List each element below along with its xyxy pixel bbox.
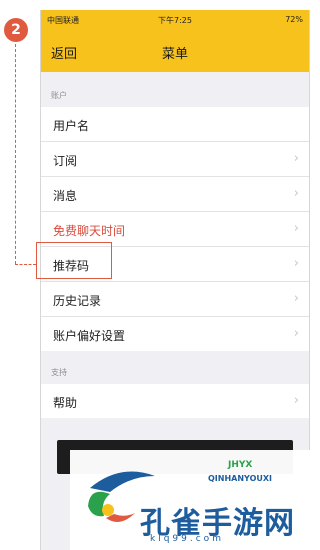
nav-bar: 返回 菜单: [41, 30, 309, 72]
menu-item-label: 历史记录: [53, 294, 102, 308]
menu-item-label: 用户名: [53, 119, 90, 133]
section-header-account: 账户: [51, 91, 67, 100]
section-header-support: 支持: [51, 368, 67, 377]
menu-item-help[interactable]: 帮助 ›: [41, 384, 309, 418]
support-group: 帮助 ›: [41, 384, 309, 418]
menu-item-messages[interactable]: 消息 ›: [41, 177, 309, 212]
menu-item-username[interactable]: 用户名: [41, 107, 309, 142]
menu-item-label: 免费聊天时间: [53, 224, 126, 238]
battery-label: 72%: [285, 15, 303, 24]
chevron-right-icon: ›: [293, 393, 299, 408]
chevron-right-icon: ›: [293, 256, 299, 271]
page-title: 菜单: [161, 47, 188, 62]
annotation-connector-horizontal: [15, 264, 36, 265]
watermark-pinyin: QINHANYOUXI: [208, 474, 273, 483]
status-bar: 中国联通 下午7:25 72%: [41, 10, 309, 30]
menu-item-label: 帮助: [53, 396, 78, 410]
menu-item-label: 账户偏好设置: [53, 329, 126, 343]
chevron-right-icon: ›: [293, 221, 299, 236]
clock-label: 下午7:25: [158, 16, 192, 25]
watermark-url: klq99.com: [150, 534, 224, 544]
chevron-right-icon: ›: [293, 151, 299, 166]
watermark-badge: JHYX: [228, 460, 253, 470]
menu-item-subscription[interactable]: 订阅 ›: [41, 142, 309, 177]
chevron-right-icon: ›: [293, 291, 299, 306]
referral-highlight-box: [36, 242, 112, 279]
menu-item-account-preferences[interactable]: 账户偏好设置 ›: [41, 317, 309, 351]
chevron-right-icon: ›: [293, 186, 299, 201]
menu-item-label: 订阅: [53, 154, 78, 168]
menu-item-label: 消息: [53, 189, 78, 203]
chevron-right-icon: ›: [293, 326, 299, 341]
step-number-badge: 2: [4, 18, 28, 42]
annotation-connector-vertical: [15, 44, 16, 264]
menu-item-history[interactable]: 历史记录 ›: [41, 282, 309, 317]
account-group: 用户名 订阅 › 消息 › 免费聊天时间 › 推荐码 › 历史记录 › 账户偏好…: [41, 107, 309, 351]
